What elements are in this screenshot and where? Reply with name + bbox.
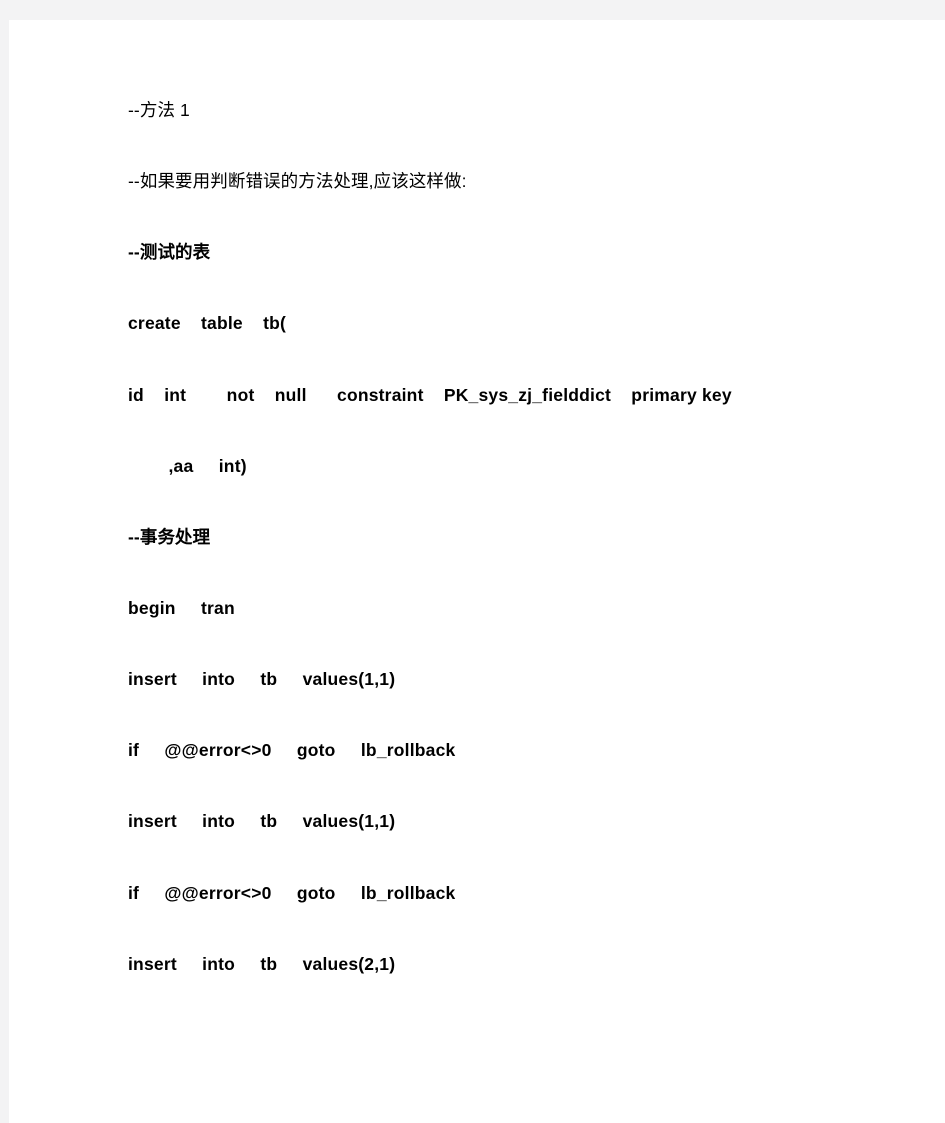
paragraph-method-heading: --方法 1 — [128, 100, 190, 120]
code-line-insert-3: insert into tb values(2,1) — [128, 953, 396, 974]
paragraph-test-table-comment: --测试的表 — [128, 242, 211, 263]
code-line-create-table: create table tb( — [128, 313, 287, 334]
code-line-if-error-2: if @@error<>0 goto lb_rollback — [128, 882, 456, 903]
paragraph-error-handling-note: --如果要用判断错误的方法处理,应该这样做: — [128, 171, 467, 192]
code-line-if-error-1: if @@error<>0 goto lb_rollback — [128, 740, 456, 761]
document-page: --方法 1 --如果要用判断错误的方法处理,应该这样做: --测试的表 cre… — [9, 20, 945, 1123]
code-line-insert-1: insert into tb values(1,1) — [128, 669, 396, 690]
code-line-insert-2: insert into tb values(1,1) — [128, 811, 396, 832]
code-line-column-aa: ,aa int) — [128, 455, 247, 476]
document-text-column: --方法 1 --如果要用判断错误的方法处理,应该这样做: --测试的表 cre… — [128, 98, 868, 976]
paragraph-transaction-comment: --事务处理 — [128, 526, 211, 547]
code-line-begin-tran: begin tran — [128, 597, 235, 618]
code-line-column-id: id int not null constraint PK_sys_zj_fie… — [128, 384, 732, 405]
